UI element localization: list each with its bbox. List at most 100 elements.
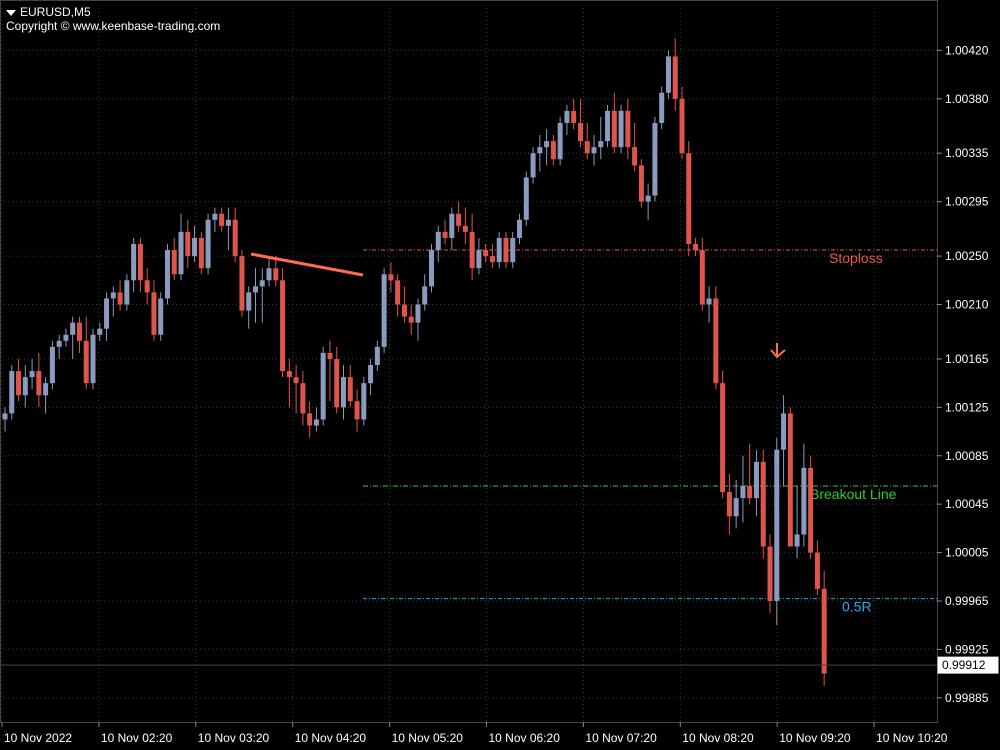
candle-body bbox=[137, 243, 143, 281]
candle-body bbox=[510, 237, 516, 263]
candle-body bbox=[693, 243, 699, 251]
candle-body bbox=[665, 56, 671, 93]
candle-body bbox=[341, 377, 346, 408]
candle-body bbox=[313, 419, 319, 426]
sell-arrow-icon bbox=[770, 343, 786, 359]
candle-body bbox=[787, 413, 793, 547]
candle-body bbox=[232, 219, 238, 257]
candle-body bbox=[483, 250, 489, 257]
price-tick-label: 1.00005 bbox=[945, 546, 989, 560]
candle-body bbox=[381, 274, 387, 347]
candle-body bbox=[760, 461, 766, 547]
time-tick-label: 10 Nov 02:20 bbox=[101, 731, 173, 745]
candle-body bbox=[544, 141, 550, 148]
time-tick-label: 10 Nov 05:20 bbox=[392, 731, 464, 745]
candle-body bbox=[192, 237, 198, 257]
price-tick-label: 0.99925 bbox=[945, 642, 989, 656]
candle-body bbox=[530, 153, 536, 178]
symbol-header[interactable]: EURUSD,M5 bbox=[6, 5, 91, 19]
price-tick-label: 1.00125 bbox=[945, 400, 989, 414]
candle-body bbox=[327, 352, 333, 359]
candle-body bbox=[429, 250, 435, 287]
candle-body bbox=[361, 383, 367, 420]
candle-body bbox=[368, 365, 374, 384]
candle-body bbox=[605, 110, 611, 142]
candle-body bbox=[16, 371, 22, 396]
candle-body bbox=[395, 280, 401, 305]
candle-body bbox=[124, 280, 130, 305]
candle-body bbox=[49, 346, 55, 384]
candle-body bbox=[462, 225, 468, 232]
candle-body bbox=[638, 165, 644, 202]
candle-body bbox=[706, 298, 712, 305]
level-label: Breakout Line bbox=[810, 486, 897, 502]
candle-body bbox=[720, 383, 726, 493]
candle-body bbox=[2, 413, 8, 420]
plot-frame bbox=[0, 0, 938, 723]
candle-body bbox=[523, 177, 529, 220]
dropdown-triangle-icon[interactable] bbox=[6, 9, 16, 16]
time-tick-label: 10 Nov 03:20 bbox=[198, 731, 270, 745]
candle-body bbox=[266, 268, 272, 281]
candle-body bbox=[618, 110, 624, 148]
candle-body bbox=[672, 56, 678, 99]
candle-body bbox=[307, 413, 313, 426]
candle-body bbox=[219, 213, 225, 226]
candle-body bbox=[97, 328, 103, 335]
candle-body bbox=[76, 322, 82, 341]
price-tick-label: 1.00335 bbox=[945, 146, 989, 160]
candle-body bbox=[252, 286, 258, 293]
candle-body bbox=[781, 413, 787, 450]
candle-body bbox=[814, 552, 820, 589]
candle-body bbox=[625, 110, 631, 148]
symbol-label: EURUSD,M5 bbox=[20, 5, 91, 19]
candle-body bbox=[449, 213, 455, 238]
candle-body bbox=[9, 371, 15, 414]
candle-body bbox=[70, 322, 76, 335]
candle-body bbox=[212, 213, 218, 220]
candle-body bbox=[198, 237, 204, 269]
candle-body bbox=[774, 449, 780, 601]
candle-body bbox=[225, 219, 231, 226]
candle-body bbox=[503, 237, 509, 263]
candle-body bbox=[408, 316, 414, 323]
candle-body bbox=[794, 534, 800, 547]
candle-body bbox=[347, 377, 353, 402]
candle-body bbox=[259, 280, 265, 287]
candle-body bbox=[808, 467, 814, 553]
price-tick-label: 1.00045 bbox=[945, 497, 989, 511]
time-tick-label: 10 Nov 04:20 bbox=[295, 731, 367, 745]
candle-body bbox=[401, 304, 407, 317]
price-tick-label: 1.00250 bbox=[945, 249, 989, 263]
candle-body bbox=[489, 256, 495, 263]
candle-body bbox=[280, 280, 286, 372]
candle-body bbox=[686, 153, 692, 244]
candle-body bbox=[239, 256, 245, 311]
candle-body bbox=[144, 280, 150, 293]
candle-body bbox=[334, 358, 340, 408]
time-tick-label: 10 Nov 06:20 bbox=[489, 731, 561, 745]
candle-body bbox=[571, 110, 577, 123]
candle-body bbox=[273, 268, 279, 281]
candle-body bbox=[713, 298, 719, 384]
candle-body bbox=[422, 286, 428, 305]
candle-body bbox=[733, 498, 739, 517]
candle-body bbox=[726, 492, 732, 517]
candle-body bbox=[564, 110, 570, 123]
candle-body bbox=[354, 401, 360, 420]
candle-body bbox=[476, 250, 482, 269]
chart-window[interactable]: 1.00420 1.00380 1.00335 1.00295 1.00250 1.002… bbox=[0, 0, 1000, 750]
candle-body bbox=[164, 250, 170, 299]
price-tick-label: 1.00295 bbox=[945, 195, 989, 209]
price-chart[interactable]: 1.00420 1.00380 1.00335 1.00295 1.00250 1.002… bbox=[0, 0, 1000, 750]
candle-body bbox=[537, 147, 543, 154]
candle-body bbox=[110, 292, 116, 299]
candle-body bbox=[374, 346, 380, 365]
candle-body bbox=[22, 377, 28, 396]
candle-body bbox=[104, 298, 110, 329]
candle-body bbox=[185, 231, 191, 257]
candle-body bbox=[740, 486, 746, 499]
time-tick-label: 10 Nov 09:20 bbox=[779, 731, 851, 745]
candle-body bbox=[171, 250, 177, 275]
candle-body bbox=[300, 383, 306, 414]
